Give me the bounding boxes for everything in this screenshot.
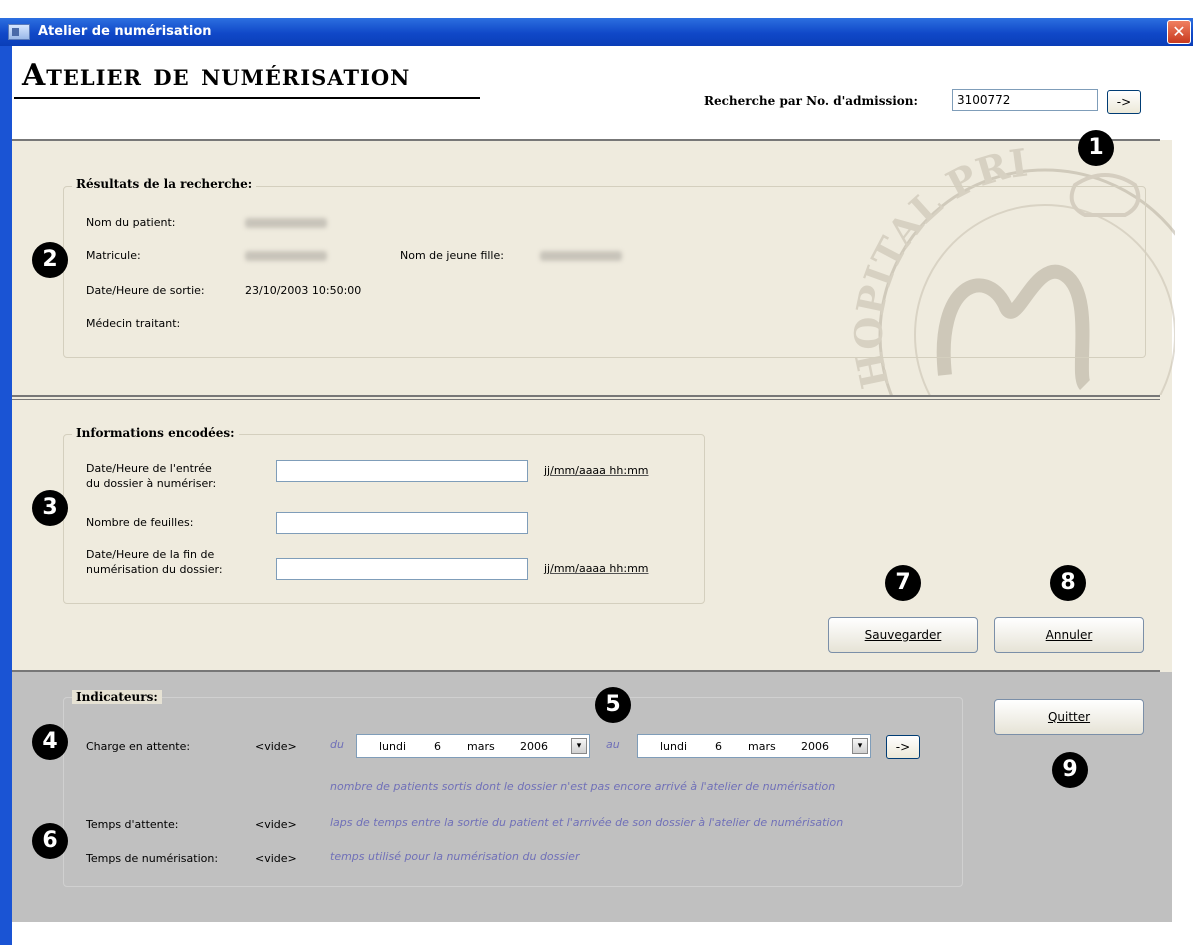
charge-label: Charge en attente:	[86, 740, 191, 753]
to-label: au	[606, 738, 620, 751]
charge-description: nombre de patients sortis dont le dossie…	[330, 780, 836, 793]
patient-name-label: Nom du patient:	[86, 216, 176, 229]
marker-1: 1	[1078, 130, 1114, 166]
date-from-month[interactable]: mars	[467, 740, 495, 753]
date-from-picker[interactable]: lundi 6 mars 2006 ▾	[356, 734, 590, 758]
wait-time-label: Temps d'attente:	[86, 818, 179, 831]
end-date-label-2: numérisation du dossier:	[86, 563, 223, 576]
indicators-go-button[interactable]: ->	[886, 735, 920, 759]
discharge-label: Date/Heure de sortie:	[86, 284, 205, 297]
sheets-count-input[interactable]	[276, 512, 528, 534]
date-to-weekday[interactable]: lundi	[660, 740, 687, 753]
app-icon	[8, 24, 30, 40]
results-group-title: Résultats de la recherche:	[72, 177, 257, 191]
matricule-label: Matricule:	[86, 249, 141, 262]
sheets-label: Nombre de feuilles:	[86, 516, 194, 529]
charge-value: <vide>	[255, 740, 297, 753]
title-underline	[14, 97, 480, 99]
window-titlebar[interactable]: Atelier de numérisation ✕	[0, 18, 1193, 46]
maiden-name-value-redacted	[540, 251, 622, 261]
divider	[12, 139, 1160, 141]
marker-2: 2	[32, 242, 68, 278]
marker-6: 6	[32, 823, 68, 859]
doctor-label: Médecin traitant:	[86, 317, 181, 330]
window-title: Atelier de numérisation	[38, 24, 212, 39]
marker-3: 3	[32, 490, 68, 526]
discharge-value: 23/10/2003 10:50:00	[245, 284, 362, 297]
results-groupbox	[63, 186, 1146, 358]
end-date-format-hint: jj/mm/aaaa hh:mm	[544, 562, 649, 575]
marker-8: 8	[1050, 565, 1086, 601]
date-from-year[interactable]: 2006	[520, 740, 548, 753]
end-date-input[interactable]	[276, 558, 528, 580]
scan-time-label: Temps de numérisation:	[86, 852, 219, 865]
entry-date-label-2: du dossier à numériser:	[86, 477, 217, 490]
date-to-month[interactable]: mars	[748, 740, 776, 753]
encoded-group-title: Informations encodées:	[72, 426, 239, 440]
quit-button-label: Quitter	[1047, 710, 1091, 724]
divider	[12, 399, 1160, 400]
close-icon[interactable]: ✕	[1167, 20, 1191, 44]
date-to-year[interactable]: 2006	[801, 740, 829, 753]
save-button-label: Sauvegarder	[864, 628, 942, 642]
entry-date-label-1: Date/Heure de l'entrée	[86, 462, 212, 475]
indicators-group-title: Indicateurs:	[72, 690, 162, 704]
marker-7: 7	[885, 565, 921, 601]
search-go-button[interactable]: ->	[1107, 90, 1141, 114]
cancel-button-label: Annuler	[1045, 628, 1093, 642]
search-label: Recherche par No. d'admission:	[704, 94, 918, 108]
maiden-name-label: Nom de jeune fille:	[400, 249, 504, 262]
save-button[interactable]: Sauvegarder	[828, 617, 978, 653]
quit-button[interactable]: Quitter	[994, 699, 1144, 735]
date-from-weekday[interactable]: lundi	[379, 740, 406, 753]
wait-time-value: <vide>	[255, 818, 297, 831]
dropdown-arrow-icon[interactable]: ▾	[852, 738, 868, 754]
entry-date-format-hint: jj/mm/aaaa hh:mm	[544, 464, 649, 477]
from-label: du	[330, 738, 344, 751]
end-date-label-1: Date/Heure de la fin de	[86, 548, 215, 561]
window-frame	[0, 46, 12, 945]
scan-time-value: <vide>	[255, 852, 297, 865]
scan-time-description: temps utilisé pour la numérisation du do…	[330, 850, 580, 863]
date-from-day[interactable]: 6	[434, 740, 441, 753]
entry-date-input[interactable]	[276, 460, 528, 482]
cancel-button[interactable]: Annuler	[994, 617, 1144, 653]
admission-search-input[interactable]	[952, 89, 1098, 111]
patient-name-value-redacted	[245, 218, 327, 228]
wait-time-description: laps de temps entre la sortie du patient…	[330, 816, 844, 829]
dropdown-arrow-icon[interactable]: ▾	[571, 738, 587, 754]
divider	[12, 395, 1160, 397]
page-title: Atelier de numérisation	[22, 58, 411, 93]
matricule-value-redacted	[245, 251, 327, 261]
date-to-picker[interactable]: lundi 6 mars 2006 ▾	[637, 734, 871, 758]
marker-4: 4	[32, 724, 68, 760]
marker-9: 9	[1052, 752, 1088, 788]
date-to-day[interactable]: 6	[715, 740, 722, 753]
marker-5: 5	[595, 687, 631, 723]
